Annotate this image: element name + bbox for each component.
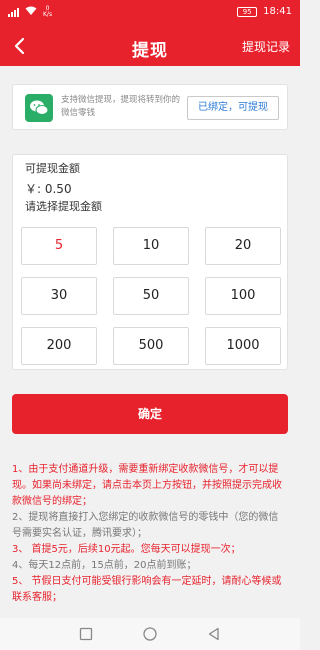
bound-status-button[interactable]: 已绑定，可提现 (187, 96, 279, 120)
network-speed: 0 K/s (43, 5, 53, 18)
header-bar: 提现 提现记录 (0, 26, 300, 66)
amount-option-50[interactable]: 50 (113, 277, 189, 315)
note-3: 3、 首提5元，后续10元起。您每天可以提现一次； (12, 544, 241, 555)
available-amount-label: 可提现金额 (25, 162, 80, 175)
wechat-icon (25, 94, 53, 122)
note-1: 1、由于支付通道升级，需要重新绑定收款微信号，才可以提现。如果尚未绑定，请点击本… (12, 464, 282, 507)
wifi-icon (25, 6, 37, 18)
amount-options-grid: 5 10 20 30 50 100 200 500 1000 (21, 227, 281, 365)
wechat-bind-card: 支持微信提现，提现将转到你的微信零钱 已绑定，可提现 (12, 84, 288, 130)
note-2: 2、提现将直接打入您绑定的收款微信号的零钱中（您的微信号需要实名认证，腾讯要求）… (12, 512, 279, 539)
confirm-button[interactable]: 确定 (12, 394, 288, 434)
amount-option-20[interactable]: 20 (205, 227, 281, 265)
signal-icon (8, 7, 19, 17)
amount-option-100[interactable]: 100 (205, 277, 281, 315)
wechat-description: 支持微信提现，提现将转到你的微信零钱 (61, 95, 181, 118)
amount-option-5[interactable]: 5 (21, 227, 97, 265)
triangle-back-icon (208, 627, 219, 641)
home-button[interactable] (142, 626, 158, 642)
amount-card: 可提现金额 ￥: 0.50 请选择提现金额 5 10 20 30 50 100 … (12, 154, 288, 370)
amount-option-1000[interactable]: 1000 (205, 327, 281, 365)
recent-apps-button[interactable] (78, 626, 94, 642)
system-nav-bar (0, 618, 300, 650)
square-icon (79, 627, 93, 641)
available-amount-value: ￥: 0.50 (25, 182, 72, 196)
amount-option-10[interactable]: 10 (113, 227, 189, 265)
circle-icon (143, 627, 157, 641)
amount-option-30[interactable]: 30 (21, 277, 97, 315)
note-5: 5、 节假日支付可能受银行影响会有一定延时，请耐心等候或联系客服； (12, 576, 282, 603)
amount-option-200[interactable]: 200 (21, 327, 97, 365)
withdraw-history-link[interactable]: 提现记录 (242, 38, 290, 55)
withdraw-notes: 1、由于支付通道升级，需要重新绑定收款微信号，才可以提现。如果尚未绑定，请点击本… (12, 462, 288, 606)
note-4: 4、每天12点前，15点前，20点前到账； (12, 560, 197, 571)
clock: 18:41 (263, 6, 292, 17)
battery-icon: 95 (237, 6, 258, 17)
system-back-button[interactable] (206, 626, 222, 642)
amount-option-500[interactable]: 500 (113, 327, 189, 365)
select-amount-hint: 请选择提现金额 (25, 200, 102, 213)
status-bar: 0 K/s 95 18:41 (0, 0, 300, 26)
